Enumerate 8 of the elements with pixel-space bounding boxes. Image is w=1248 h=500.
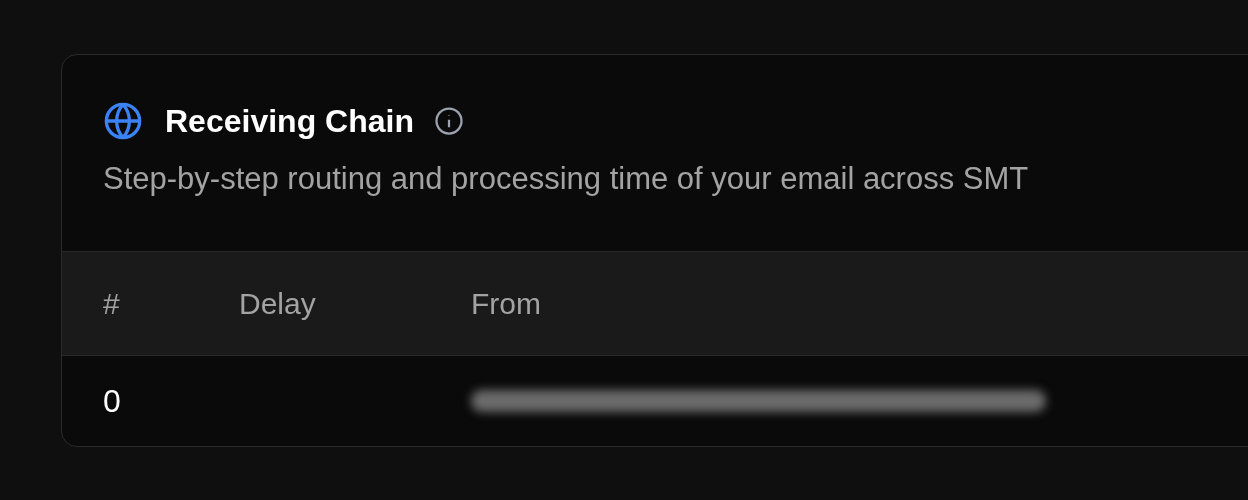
table-cell: 0 bbox=[103, 383, 121, 419]
info-icon[interactable] bbox=[433, 106, 464, 136]
globe-icon bbox=[103, 101, 143, 141]
column-header: Delay bbox=[239, 287, 316, 320]
card-title: Receiving Chain bbox=[165, 105, 414, 137]
column-header: From bbox=[471, 287, 541, 320]
column-header: # bbox=[103, 287, 120, 320]
card-description: Step-by-step routing and processing time of your email across SMT bbox=[103, 163, 1030, 194]
